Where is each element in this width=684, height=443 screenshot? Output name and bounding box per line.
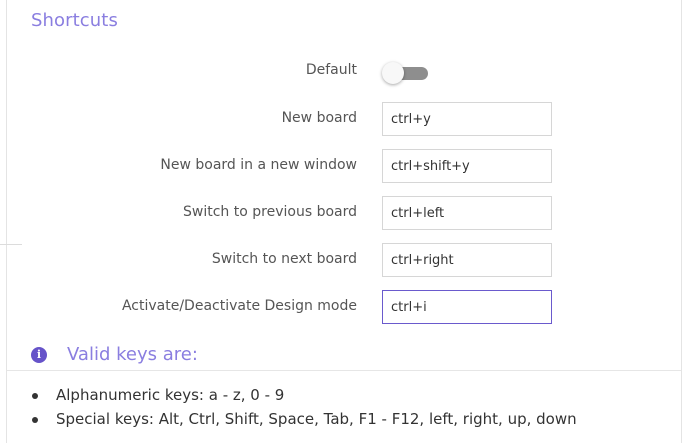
section-divider — [7, 370, 681, 371]
panel-border-right — [681, 0, 682, 443]
shortcuts-settings-panel: Shortcuts Default New board New board in… — [0, 0, 684, 443]
design-mode-label: Activate/Deactivate Design mode — [121, 298, 357, 314]
switch-previous-board-shortcut-input[interactable] — [382, 196, 552, 230]
info-circle-icon: i — [31, 347, 47, 363]
new-board-new-window-label: New board in a new window — [160, 157, 357, 173]
panel-divider-tick — [0, 244, 22, 245]
valid-key-text: Special keys: Alt, Ctrl, Shift, Space, T… — [56, 410, 577, 428]
switch-next-board-shortcut-input[interactable] — [382, 243, 552, 277]
toggle-knob — [382, 62, 404, 84]
default-toggle-label: Default — [305, 62, 357, 78]
section-title: Shortcuts — [31, 10, 118, 31]
bullet-icon — [32, 417, 38, 423]
panel-border-left — [6, 0, 7, 443]
valid-keys-title: Valid keys are: — [67, 344, 198, 365]
switch-previous-board-label: Switch to previous board — [183, 204, 357, 220]
default-toggle[interactable] — [382, 62, 428, 84]
new-board-label: New board — [281, 110, 357, 126]
new-board-new-window-shortcut-input[interactable] — [382, 149, 552, 183]
design-mode-shortcut-input[interactable] — [382, 290, 552, 324]
valid-key-text: Alphanumeric keys: a - z, 0 - 9 — [56, 386, 285, 404]
switch-next-board-label: Switch to next board — [211, 251, 357, 267]
new-board-shortcut-input[interactable] — [382, 102, 552, 136]
bullet-icon — [32, 393, 38, 399]
